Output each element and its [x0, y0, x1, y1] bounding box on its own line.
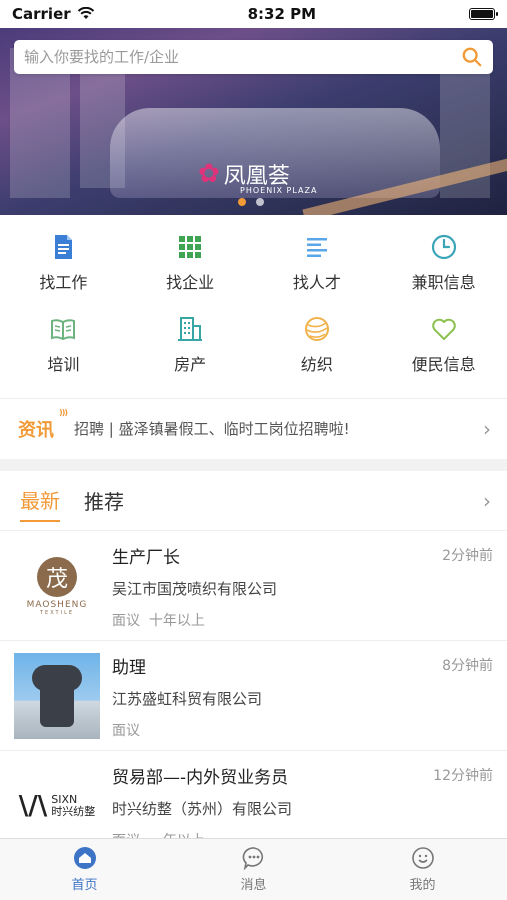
job-list-item[interactable]: 茂 MAOSHENG TEXTILE 生产厂长 2分钟前 吴江市国茂喷织有限公司…	[0, 531, 507, 641]
chevron-right-icon[interactable]: ›	[483, 417, 491, 441]
status-bar: Carrier 8:32 PM	[0, 0, 507, 28]
news-ticker[interactable]: 资讯 招聘 | 盛泽镇暑假工、临时工岗位招聘啦! ›	[0, 398, 507, 458]
company-name: 时兴纺整（苏州）有限公司	[112, 800, 293, 818]
yarn-icon	[304, 317, 329, 341]
company-logo: 茂 MAOSHENG TEXTILE	[14, 543, 100, 629]
news-tag: 资讯	[18, 408, 67, 442]
job-tabs: 最新 推荐 ›	[0, 471, 507, 531]
company-logo: \/\ SIXN 时兴纺整	[18, 791, 96, 821]
document-icon	[55, 235, 73, 259]
banner-dot-2[interactable]	[256, 198, 264, 206]
job-title: 生产厂长	[112, 548, 180, 568]
company-name: 吴江市国茂喷织有限公司	[112, 580, 278, 598]
category-textile[interactable]: 纺织	[254, 304, 381, 386]
job-time: 2分钟前	[442, 548, 493, 564]
category-grid: 找工作 找企业 找人才 兼职信息 培训 房产 纺织 便民信息	[0, 222, 507, 392]
phoenix-plaza-logo: ✿ 凤凰荟 PHOENIX PLAZA	[198, 159, 318, 195]
job-time: 12分钟前	[433, 768, 493, 784]
category-label: 找工作	[39, 273, 88, 292]
chevron-right-icon[interactable]: ›	[483, 489, 491, 513]
search-bar[interactable]	[14, 40, 493, 74]
tab-latest[interactable]: 最新	[20, 479, 60, 522]
list-icon	[306, 238, 327, 257]
category-real-estate[interactable]: 房产	[127, 304, 254, 386]
job-list: 茂 MAOSHENG TEXTILE 生产厂长 2分钟前 吴江市国茂喷织有限公司…	[0, 531, 507, 861]
category-find-job[interactable]: 找工作	[0, 222, 127, 304]
home-icon	[73, 847, 96, 869]
category-label: 找企业	[166, 273, 215, 292]
banner-dot-1[interactable]	[238, 198, 246, 206]
job-time: 8分钟前	[442, 658, 493, 674]
carrier-label: Carrier	[12, 5, 71, 23]
smiley-icon	[411, 847, 434, 869]
building-icon	[178, 317, 203, 341]
clock-icon	[431, 234, 456, 260]
company-name: 江苏盛虹科贸有限公司	[112, 690, 263, 708]
category-find-company[interactable]: 找企业	[127, 222, 254, 304]
heart-icon	[431, 318, 456, 340]
category-part-time[interactable]: 兼职信息	[380, 222, 507, 304]
job-title: 助理	[112, 658, 146, 678]
tab-home[interactable]: 首页	[0, 839, 169, 900]
wifi-icon	[77, 7, 94, 19]
category-label: 兼职信息	[411, 273, 476, 292]
search-icon[interactable]	[461, 46, 483, 68]
job-list-item[interactable]: 助理 8分钟前 江苏盛虹科贸有限公司 面议	[0, 641, 507, 751]
tab-recommended[interactable]: 推荐	[84, 480, 124, 521]
job-meta: 面议	[112, 723, 140, 739]
job-meta: 面议 十年以上	[112, 613, 205, 629]
banner-pagination[interactable]	[238, 198, 264, 206]
category-find-talent[interactable]: 找人才	[254, 222, 381, 304]
book-icon	[51, 319, 76, 341]
company-logo	[14, 653, 100, 739]
news-headline[interactable]: 招聘 | 盛泽镇暑假工、临时工岗位招聘啦!	[74, 418, 483, 439]
category-label: 找人才	[292, 273, 341, 292]
category-label: 培训	[47, 355, 80, 374]
bottom-tab-bar: 首页 消息 我的	[0, 838, 507, 900]
message-icon	[242, 847, 263, 870]
category-training[interactable]: 培训	[0, 304, 127, 386]
section-divider	[0, 459, 507, 471]
category-label: 便民信息	[411, 355, 476, 374]
search-input[interactable]	[24, 48, 461, 66]
job-title: 贸易部—-内外贸业务员	[112, 768, 289, 788]
battery-icon	[469, 8, 498, 20]
tab-profile[interactable]: 我的	[338, 839, 507, 900]
tab-messages[interactable]: 消息	[169, 839, 338, 900]
category-label: 纺织	[300, 355, 333, 374]
clock-time: 8:32 PM	[247, 5, 317, 23]
grid-icon	[179, 236, 202, 258]
category-label: 房产	[174, 355, 207, 374]
category-convenience[interactable]: 便民信息	[380, 304, 507, 386]
